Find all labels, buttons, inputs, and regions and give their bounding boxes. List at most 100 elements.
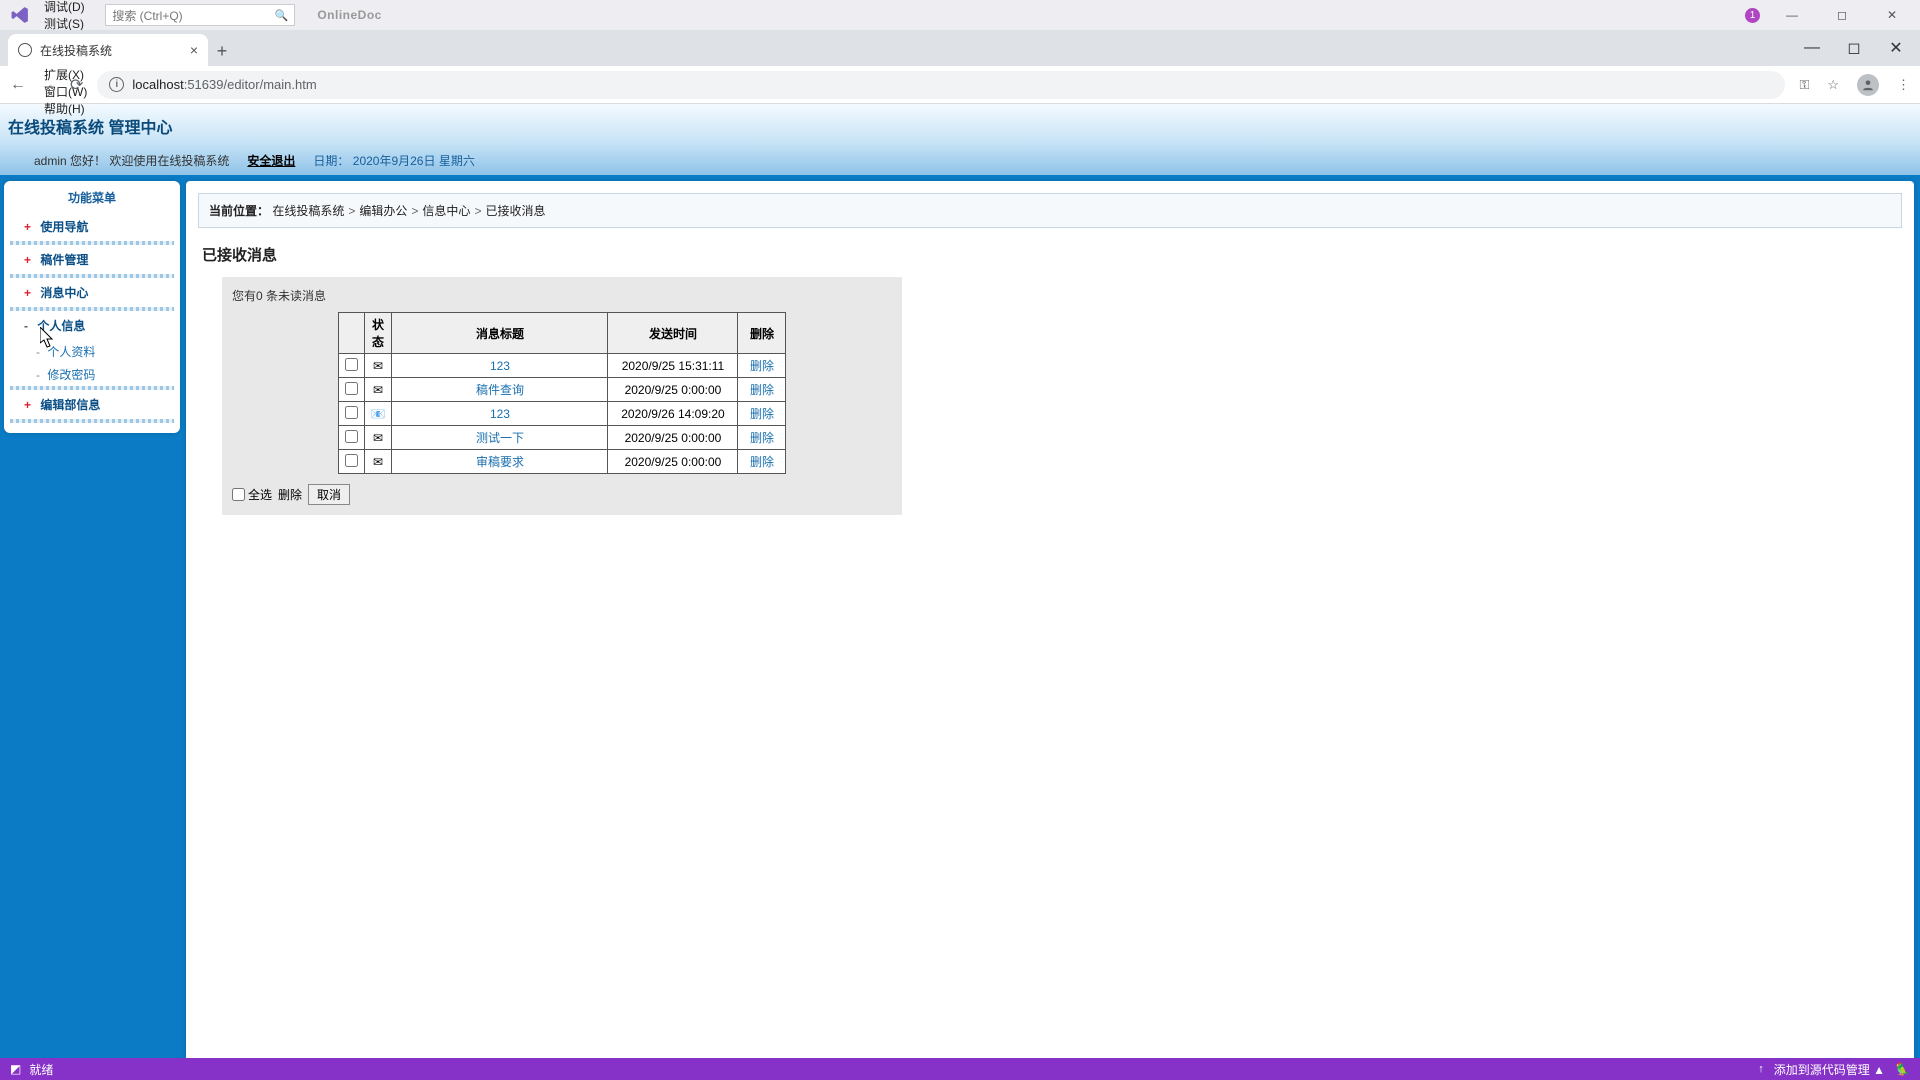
row-checkbox[interactable] — [345, 358, 358, 371]
vs-close-button[interactable]: ✕ — [1874, 8, 1910, 22]
bookmark-star-icon[interactable]: ☆ — [1827, 77, 1839, 93]
vs-search-box[interactable]: 搜索 (Ctrl+Q) 🔍 — [105, 4, 295, 26]
status-output-icon[interactable]: ◩ — [10, 1062, 21, 1076]
bulk-cancel-button[interactable]: 取消 — [308, 484, 350, 505]
sidebar-title: 功能菜单 — [4, 185, 180, 212]
bulk-delete-link[interactable]: 删除 — [278, 486, 302, 503]
back-button[interactable]: ← — [10, 76, 26, 94]
vs-menu-item[interactable]: 调试(D) — [36, 0, 95, 15]
sidebar-subitem-link[interactable]: 个人资料 — [47, 345, 95, 359]
vs-solution-name: OnlineDoc — [307, 8, 392, 22]
reload-button[interactable]: ⟳ — [70, 75, 83, 95]
vs-search-placeholder: 搜索 (Ctrl+Q) — [112, 7, 182, 24]
tab-close-icon[interactable]: × — [190, 42, 198, 58]
table-row: 📧 123 2020/9/26 14:09:20 删除 — [338, 402, 786, 426]
row-delete-link[interactable]: 删除 — [750, 431, 774, 445]
status-ready: 就绪 — [29, 1061, 53, 1078]
plus-icon: + — [24, 286, 31, 300]
row-delete-link[interactable]: 删除 — [750, 383, 774, 397]
breadcrumb-separator: > — [470, 204, 485, 218]
sidebar-item-label: 稿件管理 — [40, 253, 88, 267]
browser-minimize-button[interactable]: — — [1792, 34, 1832, 62]
breadcrumb-part[interactable]: 已接收消息 — [485, 204, 545, 218]
password-key-icon[interactable]: ⚿ — [1799, 77, 1809, 93]
sidebar: 功能菜单 + 使用导航 + 稿件管理 + 消息中心 - 个人信息 - — [4, 181, 180, 433]
breadcrumb-part[interactable]: 编辑办公 — [359, 204, 407, 218]
row-checkbox[interactable] — [345, 454, 358, 467]
message-title-link[interactable]: 稿件查询 — [476, 383, 524, 397]
section-heading: 已接收消息 — [198, 228, 1902, 277]
message-title-link[interactable]: 审稿要求 — [476, 455, 524, 469]
col-title: 消息标题 — [392, 313, 608, 354]
status-source-control[interactable]: 添加到源代码管理 ▲ — [1774, 1061, 1885, 1078]
sidebar-item[interactable]: + 编辑部信息 — [4, 390, 180, 419]
col-checkbox — [338, 313, 364, 354]
page-root: 在线投稿系统 管理中心 admin 您好！ 欢迎使用在线投稿系统 安全退出 日期… — [0, 104, 1920, 1058]
notification-badge[interactable]: 1 — [1745, 8, 1760, 23]
status-feedback-icon[interactable]: 🦜 — [1895, 1062, 1910, 1076]
messages-table: 状态 消息标题 发送时间 删除 ✉ 123 2020/9/25 15:31:11… — [338, 312, 787, 474]
row-checkbox[interactable] — [345, 382, 358, 395]
message-time: 2020/9/25 0:00:00 — [608, 426, 738, 450]
forward-button[interactable]: → — [40, 76, 56, 94]
sidebar-item-label: 编辑部信息 — [40, 398, 100, 412]
table-row: ✉ 测试一下 2020/9/25 0:00:00 删除 — [338, 426, 786, 450]
sidebar-item-label: 使用导航 — [40, 220, 88, 234]
vs-minimize-button[interactable]: — — [1774, 8, 1810, 22]
search-icon: 🔍 — [275, 9, 289, 22]
profile-avatar-icon[interactable] — [1857, 74, 1879, 96]
dash-icon: - — [36, 368, 40, 382]
bulk-action-row: 全选 删除 取消 — [226, 484, 898, 505]
sidebar-item[interactable]: - 个人信息 — [4, 311, 180, 340]
row-delete-link[interactable]: 删除 — [750, 359, 774, 373]
new-tab-button[interactable]: + — [208, 41, 236, 66]
row-delete-link[interactable]: 删除 — [750, 407, 774, 421]
logout-link[interactable]: 安全退出 — [247, 152, 295, 169]
browser-close-button[interactable]: ✕ — [1876, 34, 1916, 62]
date-label: 日期： — [313, 154, 349, 168]
message-title-link[interactable]: 123 — [490, 407, 510, 421]
message-time: 2020/9/25 15:31:11 — [608, 354, 738, 378]
sidebar-item[interactable]: + 消息中心 — [4, 278, 180, 307]
address-bar[interactable]: i localhost:51639/editor/main.htm — [97, 71, 1785, 99]
col-delete: 删除 — [738, 313, 786, 354]
row-checkbox[interactable] — [345, 430, 358, 443]
browser-tab[interactable]: 在线投稿系统 × — [8, 34, 208, 66]
browser-maximize-button[interactable]: ◻ — [1834, 34, 1874, 62]
table-row: ✉ 123 2020/9/25 15:31:11 删除 — [338, 354, 786, 378]
page-title: 在线投稿系统 管理中心 — [8, 114, 1912, 146]
sidebar-subitem[interactable]: - 个人资料 — [4, 340, 180, 363]
sidebar-separator — [10, 419, 174, 423]
select-all-checkbox[interactable]: 全选 — [232, 486, 272, 503]
row-checkbox[interactable] — [345, 406, 358, 419]
sidebar-subitem[interactable]: - 修改密码 — [4, 363, 180, 386]
breadcrumb: 当前位置： 在线投稿系统>编辑办公>信息中心>已接收消息 — [198, 193, 1902, 228]
message-time: 2020/9/25 0:00:00 — [608, 378, 738, 402]
main-panel: 当前位置： 在线投稿系统>编辑办公>信息中心>已接收消息 已接收消息 您有0 条… — [186, 181, 1914, 1058]
browser-menu-icon[interactable]: ⋮ — [1897, 77, 1910, 93]
publish-arrow-icon[interactable]: ↑ — [1758, 1063, 1764, 1075]
sidebar-item-label: 个人信息 — [37, 319, 85, 333]
sidebar-item[interactable]: + 稿件管理 — [4, 245, 180, 274]
minus-icon: - — [24, 319, 28, 333]
sidebar-item[interactable]: + 使用导航 — [4, 212, 180, 241]
vs-maximize-button[interactable]: ◻ — [1824, 8, 1860, 22]
breadcrumb-part[interactable]: 信息中心 — [422, 204, 470, 218]
welcome-user: admin 您好！ — [34, 154, 106, 168]
select-all-input[interactable] — [232, 488, 245, 501]
globe-icon — [18, 43, 32, 57]
sidebar-subitem-link[interactable]: 修改密码 — [47, 368, 95, 382]
row-delete-link[interactable]: 删除 — [750, 455, 774, 469]
message-title-link[interactable]: 123 — [490, 359, 510, 373]
welcome-row: admin 您好！ 欢迎使用在线投稿系统 安全退出 日期： 2020年9月26日… — [8, 146, 1912, 175]
browser-tabstrip: 在线投稿系统 × + — ◻ ✕ — [0, 30, 1920, 66]
site-info-icon[interactable]: i — [109, 77, 124, 92]
table-row: ✉ 审稿要求 2020/9/25 0:00:00 删除 — [338, 450, 786, 474]
plus-icon: + — [24, 253, 31, 267]
url-path: :51639/editor/main.htm — [184, 77, 317, 92]
message-title-link[interactable]: 测试一下 — [476, 431, 524, 445]
date-value: 2020年9月26日 星期六 — [353, 154, 475, 168]
mail-unread-icon: 📧 — [371, 407, 386, 421]
breadcrumb-part[interactable]: 在线投稿系统 — [272, 204, 344, 218]
tab-title: 在线投稿系统 — [40, 42, 112, 59]
